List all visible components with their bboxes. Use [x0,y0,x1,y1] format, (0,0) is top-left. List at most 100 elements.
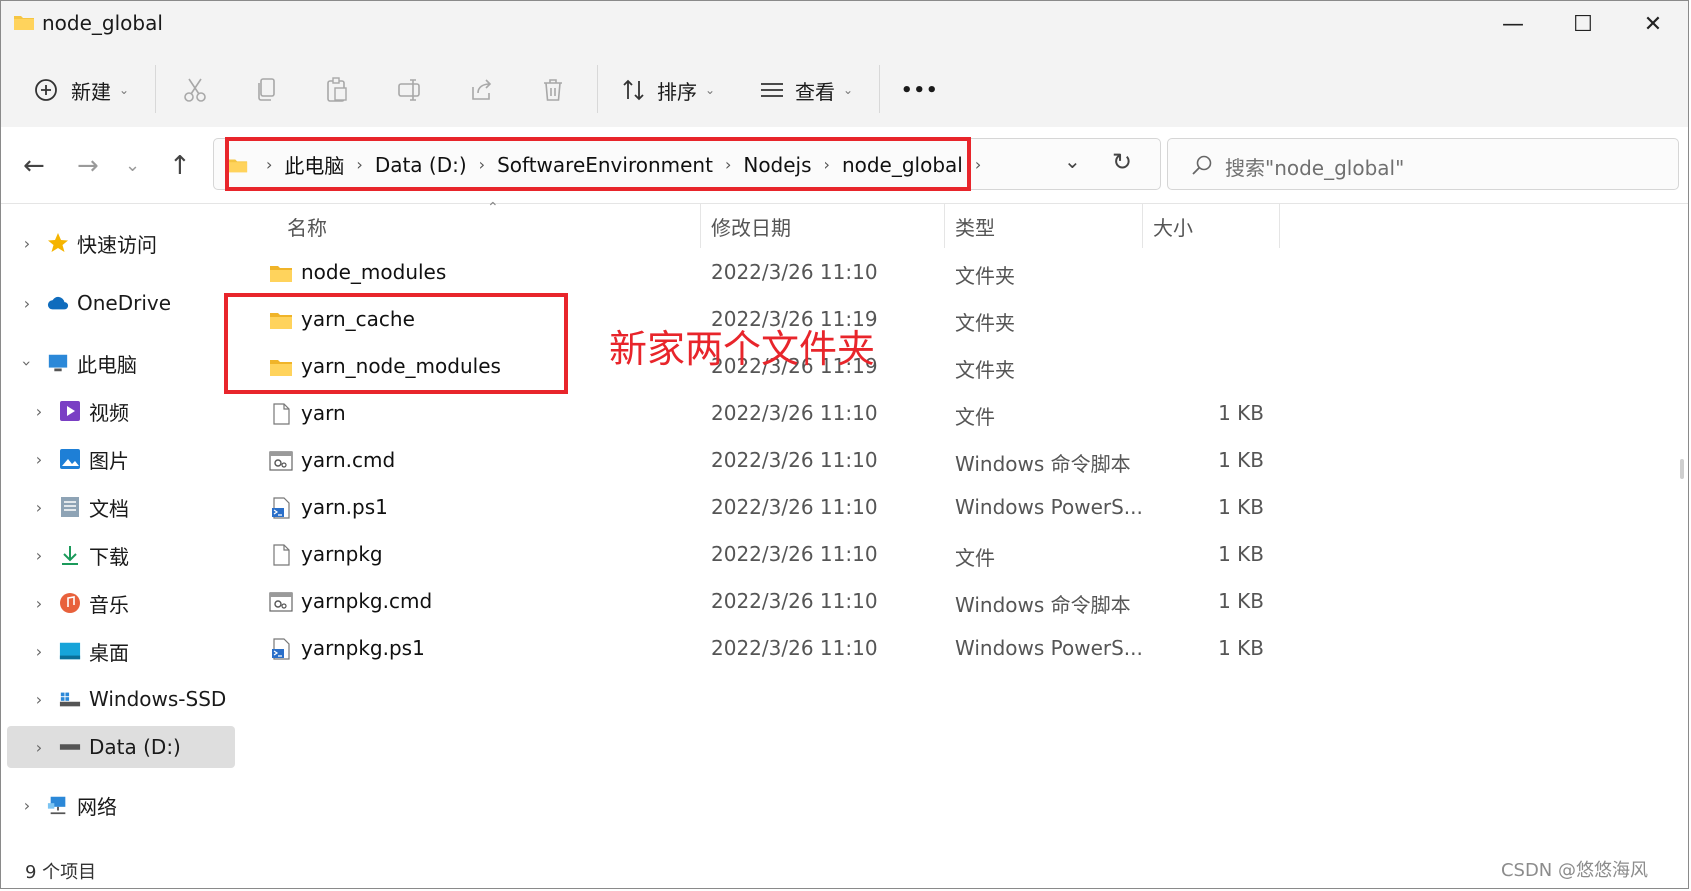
chevron-right-icon[interactable]: › [31,690,47,709]
sidebar-item-desktop[interactable]: › 桌面 [7,630,235,672]
file-name: node_modules [301,260,447,284]
item-count: 9 个项目 [25,862,97,883]
chevron-right-icon[interactable]: › [31,498,47,517]
chevron-right-icon[interactable]: › [31,546,47,565]
file-row[interactable]: yarn 2022/3/26 11:10 文件 1 KB [239,391,1689,438]
share-button[interactable] [469,73,495,107]
file-name: yarn.ps1 [301,495,388,519]
sidebar-item-windows-ssd[interactable]: › Windows-SSD (C [7,678,229,720]
watermark-text: CSDN @悠悠海风 [1500,860,1648,881]
sidebar-item-label: 文档 [89,496,129,521]
paste-button[interactable] [325,73,349,107]
address-history-chevron-icon[interactable]: ⌄ [1064,149,1081,173]
sidebar-item-label: 网络 [77,794,117,819]
sidebar-item-this-pc[interactable]: › 此电脑 [7,342,235,384]
sidebar-item-network[interactable]: › 网络 [7,784,235,826]
file-size: 1 KB [1218,589,1264,613]
download-icon [59,544,81,566]
sort-button[interactable]: 排序 ⌄ [621,73,715,107]
file-row[interactable]: node_modules 2022/3/26 11:10 文件夹 [239,250,1689,297]
up-arrow-icon[interactable]: ↑ [169,151,191,181]
forward-arrow-icon[interactable]: → [77,151,99,181]
recent-locations-chevron-icon[interactable]: ⌄ [125,155,140,176]
copy-button[interactable] [255,73,279,107]
file-name: yarn [301,401,346,425]
file-type: 文件 [955,546,995,570]
chevron-right-icon[interactable]: › [31,450,47,469]
search-box[interactable]: 搜索"node_global" [1167,138,1679,190]
sidebar-item-documents[interactable]: › 文档 [7,486,235,528]
column-divider[interactable] [1142,204,1143,248]
column-divider[interactable] [944,204,945,248]
chevron-right-icon[interactable]: › [31,402,47,421]
file-date: 2022/3/26 11:10 [711,589,878,613]
chevron-right-icon[interactable]: › [19,234,35,253]
new-button[interactable]: 新建 ⌄ [33,73,129,107]
sidebar-item-pictures[interactable]: › 图片 [7,438,235,480]
sidebar-item-quick-access[interactable]: › 快速访问 [7,222,235,264]
chevron-right-icon[interactable]: › [31,738,47,757]
sidebar-item-label: 下载 [89,544,129,569]
back-arrow-icon[interactable]: ← [23,151,45,181]
file-size: 1 KB [1218,495,1264,519]
sidebar-item-onedrive[interactable]: › OneDrive [7,282,235,324]
sidebar-item-data-drive[interactable]: › Data (D:) [7,726,235,768]
sidebar-item-label: 视频 [89,400,129,425]
sidebar-item-downloads[interactable]: › 下载 [7,534,235,576]
file-date: 2022/3/26 11:10 [711,401,878,425]
file-date: 2022/3/26 11:10 [711,448,878,472]
more-options-button[interactable]: ••• [901,73,939,107]
column-divider[interactable] [1279,204,1280,248]
scissors-icon [184,78,206,102]
file-type: 文件夹 [955,358,1015,382]
close-button[interactable]: ✕ [1618,1,1688,47]
column-header-date[interactable]: 修改日期 [711,204,791,248]
chevron-right-icon[interactable]: › [19,294,35,313]
column-header-label: 修改日期 [711,215,791,240]
file-row[interactable]: yarnpkg.ps1 2022/3/26 11:10 Windows Powe… [239,626,1689,673]
title-bar[interactable]: node_global — ☐ ✕ [1,1,1688,47]
maximize-icon: ☐ [1573,11,1593,37]
cmd-script-icon [269,451,293,471]
rename-icon [398,79,420,101]
file-type: 文件夹 [955,264,1015,288]
file-row[interactable]: yarn.ps1 2022/3/26 11:10 Windows PowerS.… [239,485,1689,532]
file-type: 文件夹 [955,311,1015,335]
status-bar: 9 个项目 CSDN @悠悠海风 [1,852,1688,888]
address-row: ← → ⌄ ↑ › 此电脑 › Data (D:) › SoftwareEnvi… [1,127,1688,204]
column-divider[interactable] [700,204,701,248]
more-icon: ••• [901,79,939,101]
chevron-right-icon[interactable]: › [31,594,47,613]
cut-button[interactable] [183,73,207,107]
minimize-button[interactable]: — [1478,1,1548,47]
sidebar-item-music[interactable]: › 音乐 [7,582,235,624]
paste-icon [327,77,347,102]
file-name: yarn.cmd [301,448,396,472]
column-header-size[interactable]: 大小 [1153,204,1193,248]
maximize-button[interactable]: ☐ [1548,1,1618,47]
view-button[interactable]: 查看 ⌄ [759,73,853,107]
scrollbar-indicator[interactable] [1680,459,1684,479]
search-icon [1192,155,1212,175]
file-size: 1 KB [1218,636,1264,660]
sidebar-item-label: 快速访问 [77,232,157,257]
file-row[interactable]: yarn.cmd 2022/3/26 11:10 Windows 命令脚本 1 … [239,438,1689,485]
column-header-type[interactable]: 类型 [955,204,995,248]
refresh-icon[interactable]: ↻ [1112,148,1132,176]
copy-icon [258,78,275,101]
file-icon [273,403,290,425]
minimize-icon: — [1502,11,1524,37]
chevron-right-icon[interactable]: › [19,796,35,815]
file-type: Windows PowerS... [955,495,1143,519]
sidebar-item-label: Data (D:) [89,735,181,759]
desktop-icon [59,640,81,662]
chevron-down-icon[interactable]: › [18,355,37,371]
rename-button[interactable] [397,73,423,107]
delete-button[interactable] [541,73,565,107]
window-title: node_global [42,11,163,35]
column-header-name[interactable]: 名称 [287,204,327,248]
sidebar-item-videos[interactable]: › 视频 [7,390,235,432]
file-row[interactable]: yarnpkg 2022/3/26 11:10 文件 1 KB [239,532,1689,579]
file-row[interactable]: yarnpkg.cmd 2022/3/26 11:10 Windows 命令脚本… [239,579,1689,626]
chevron-right-icon[interactable]: › [31,642,47,661]
